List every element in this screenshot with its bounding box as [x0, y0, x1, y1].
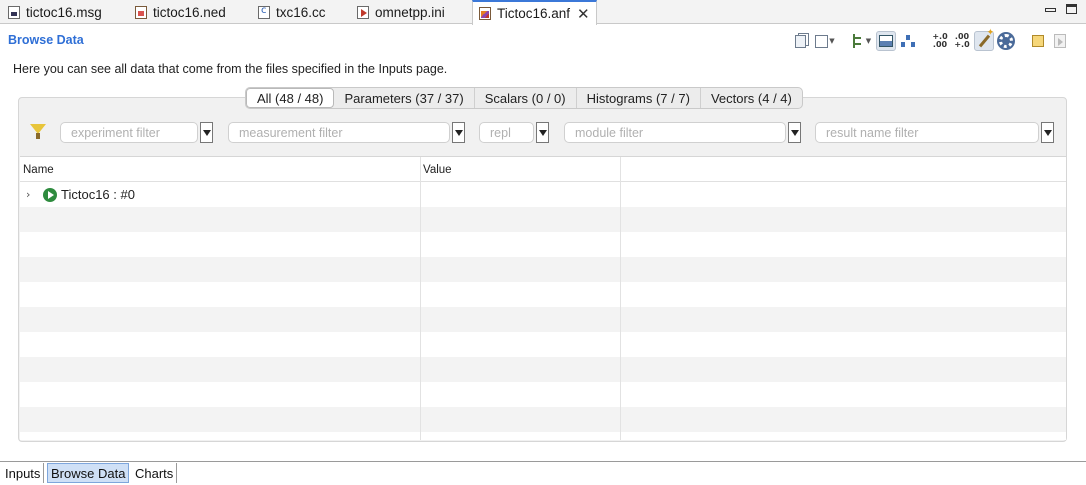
row-name-cell: › Tictoc16 : #0	[26, 182, 135, 207]
toolbar-separator	[920, 31, 928, 51]
chevron-down-icon[interactable]	[536, 122, 549, 143]
chevron-down-icon[interactable]	[200, 122, 213, 143]
hierarchy-icon	[901, 35, 915, 47]
toolbar-separator	[840, 31, 848, 51]
editor-tab-omnetpp-ini[interactable]: omnetpp.ini	[357, 0, 445, 24]
measurement-filter: measurement filter	[228, 122, 465, 143]
editor-tab-label: omnetpp.ini	[375, 4, 445, 20]
ned-file-icon	[135, 5, 147, 19]
pin-icon	[1032, 35, 1044, 47]
result-name-filter: result name filter	[815, 122, 1054, 143]
tab-all[interactable]: All (48 / 48)	[246, 88, 335, 108]
tab-inputs[interactable]: Inputs	[2, 463, 45, 483]
editor-tab-txc16-cc[interactable]: txc16.cc	[258, 0, 326, 24]
minimize-icon[interactable]	[1044, 3, 1056, 15]
toolbar-separator	[1018, 31, 1026, 51]
table-row[interactable]	[20, 357, 1066, 382]
chevron-down-icon[interactable]	[1041, 122, 1054, 143]
increase-decimals-button[interactable]: +.0.00	[930, 31, 950, 51]
copy-icon	[794, 34, 806, 48]
decrease-decimals-button[interactable]: .00 +.0	[952, 31, 972, 51]
chevron-down-icon[interactable]	[788, 122, 801, 143]
magic-wand-icon	[978, 34, 990, 48]
tab-scalars[interactable]: Scalars (0 / 0)	[475, 88, 577, 108]
table-row[interactable]	[20, 207, 1066, 232]
chevron-down-icon: ▼	[829, 37, 835, 45]
table-row[interactable]	[20, 307, 1066, 332]
msg-file-icon	[8, 5, 20, 19]
table-row[interactable]	[20, 407, 1066, 432]
tab-parameters[interactable]: Parameters (37 / 37)	[334, 88, 475, 108]
chevron-down-icon: ▼	[865, 37, 872, 45]
table-row[interactable]	[20, 257, 1066, 282]
copy-button[interactable]	[790, 31, 810, 51]
editor-tab-label: txc16.cc	[276, 4, 326, 20]
editor-tab-tictoc16-ned[interactable]: tictoc16.ned	[135, 0, 226, 24]
run-icon	[43, 187, 57, 202]
result-name-filter-input[interactable]: result name filter	[815, 122, 1039, 143]
ini-file-icon	[357, 5, 369, 19]
chevron-down-icon[interactable]	[452, 122, 465, 143]
tab-vectors[interactable]: Vectors (4 / 4)	[701, 88, 802, 108]
result-type-tabs: All (48 / 48) Parameters (37 / 37) Scala…	[245, 87, 803, 109]
results-table: Name Value › Tictoc16 : #0	[20, 156, 1066, 440]
forward-icon	[1054, 34, 1066, 48]
table-header: Name Value	[20, 157, 1066, 182]
maximize-icon[interactable]	[1066, 4, 1077, 14]
experiment-filter-input[interactable]: experiment filter	[60, 122, 198, 143]
toolbar: ▼ ▼ +.0.00 .00 +.0	[790, 31, 1070, 51]
column-header-name[interactable]: Name	[20, 157, 54, 182]
hierarchy-button[interactable]	[898, 31, 918, 51]
module-filter: module filter	[564, 122, 801, 143]
magic-wand-button[interactable]	[974, 31, 994, 51]
increase-decimals-icon: +.0.00	[932, 32, 948, 49]
tree-mode-icon	[852, 34, 865, 48]
module-filter-input[interactable]: module filter	[564, 122, 786, 143]
decrease-decimals-icon: .00 +.0	[954, 32, 970, 49]
tab-histograms[interactable]: Histograms (7 / 7)	[577, 88, 701, 108]
tab-charts[interactable]: Charts	[132, 463, 178, 483]
editor-tab-tictoc16-anf[interactable]: Tictoc16.anf ✕	[472, 0, 597, 25]
column-header-value[interactable]: Value	[420, 157, 452, 182]
page-title: Browse Data	[8, 33, 84, 47]
editor-tab-label: tictoc16.ned	[153, 4, 226, 20]
page-description: Here you can see all data that come from…	[13, 62, 448, 76]
pin-button[interactable]	[1028, 31, 1048, 51]
editor-tab-strip: tictoc16.msg tictoc16.ned txc16.cc omnet…	[0, 0, 1086, 25]
measurement-filter-input[interactable]: measurement filter	[228, 122, 450, 143]
table-mode-icon	[879, 35, 893, 47]
tree-mode-button[interactable]: ▼	[850, 31, 874, 51]
editor-tab-label: tictoc16.msg	[26, 4, 102, 20]
cc-file-icon	[258, 5, 270, 19]
export-icon	[815, 34, 829, 48]
expand-chevron-icon[interactable]: ›	[26, 188, 40, 201]
editor-tab-label: Tictoc16.anf	[497, 6, 571, 21]
experiment-filter: experiment filter	[60, 122, 213, 143]
table-row[interactable]: › Tictoc16 : #0	[20, 182, 1066, 207]
replication-filter-input[interactable]: repl	[479, 122, 534, 143]
export-button[interactable]: ▼	[812, 31, 838, 51]
row-name: Tictoc16 : #0	[61, 187, 135, 202]
replication-filter: repl	[479, 122, 549, 143]
gear-icon	[999, 34, 1013, 48]
settings-button[interactable]	[996, 31, 1016, 51]
anf-file-icon	[479, 7, 491, 20]
close-icon[interactable]: ✕	[577, 5, 590, 23]
tab-browse-data[interactable]: Browse Data	[47, 463, 130, 483]
page-tab-bar: Inputs Browse Data Charts	[0, 461, 1086, 485]
forward-button[interactable]	[1050, 31, 1070, 51]
filter-icon[interactable]	[29, 124, 47, 140]
editor-tab-tictoc16-msg[interactable]: tictoc16.msg	[8, 0, 102, 24]
table-mode-button[interactable]	[876, 31, 896, 51]
